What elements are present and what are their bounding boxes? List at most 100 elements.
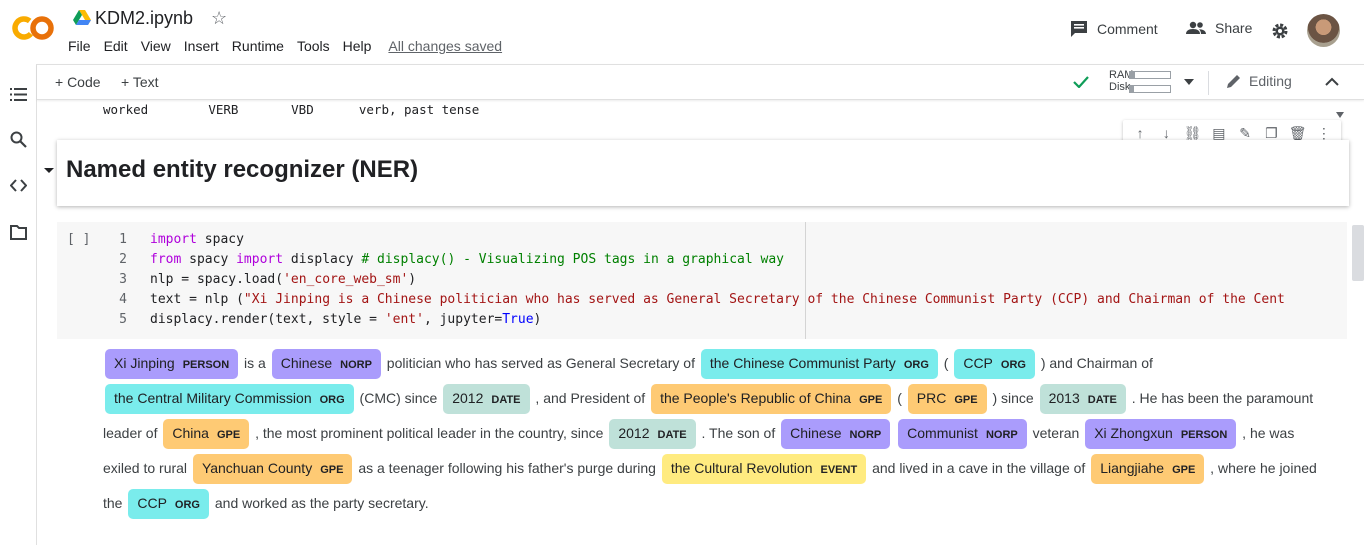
gear-icon[interactable]	[1271, 22, 1289, 40]
menu-runtime[interactable]: Runtime	[232, 38, 284, 54]
menu-file[interactable]: File	[68, 38, 91, 54]
entity-label: ORG	[903, 359, 929, 371]
editing-label: Editing	[1249, 73, 1292, 89]
entity-label: DATE	[657, 429, 687, 441]
folder-icon[interactable]	[10, 224, 27, 241]
scrollbar[interactable]	[1352, 225, 1364, 281]
comment-icon	[1071, 21, 1087, 37]
entity-text: Chinese	[790, 425, 842, 441]
section-heading: Named entity recognizer (NER)	[66, 156, 419, 183]
entity-text: the Central Military Commission	[114, 390, 312, 406]
entity-label: GPE	[859, 394, 883, 406]
entity-org: the Central Military Commission ORG	[105, 384, 354, 414]
code-snippets-icon[interactable]	[10, 177, 27, 194]
entity-text: CCP	[137, 495, 167, 511]
plain-text: , the most prominent political leader in…	[251, 425, 608, 441]
ner-visualization-output: Xi Jinping PERSON is a Chinese NORP politi…	[103, 346, 1323, 521]
entity-text: Xi Zhongxun	[1094, 425, 1173, 441]
search-icon[interactable]	[10, 131, 27, 148]
notebook-content: worked VERB VBD verb, past tense ↑ ↓ ⛓ ▤…	[37, 100, 1364, 545]
disk-meter	[1129, 85, 1171, 93]
table-of-contents-icon[interactable]	[10, 86, 27, 103]
menu-edit[interactable]: Edit	[104, 38, 128, 54]
text-cell[interactable]: Named entity recognizer (NER)	[44, 140, 1349, 206]
entity-org: the Chinese Communist Party ORG	[700, 349, 938, 379]
avatar[interactable]	[1307, 14, 1340, 47]
notebook-toolbar: + Code + Text RAM Disk Editing	[37, 64, 1364, 100]
entity-person: Xi Jinping PERSON	[105, 349, 239, 379]
plain-text: , and President of	[531, 390, 650, 406]
editing-mode-button[interactable]: Editing	[1226, 73, 1292, 89]
plain-text	[892, 425, 896, 441]
run-cell-button[interactable]: [ ]	[67, 232, 90, 247]
entity-norp: Chinese NORP	[781, 419, 891, 449]
entity-label: GPE	[320, 464, 344, 476]
toolbar-divider	[1208, 71, 1209, 95]
add-code-button[interactable]: + Code	[55, 74, 101, 90]
entity-norp: Communist NORP	[898, 419, 1027, 449]
plain-text: politician who has served as General Sec…	[382, 355, 699, 371]
entity-label: GPE	[954, 394, 978, 406]
entity-text: CCP	[963, 355, 993, 371]
entity-label: GPE	[216, 429, 241, 441]
line-number: 2	[119, 252, 127, 267]
chevron-down-icon[interactable]	[1184, 79, 1194, 85]
entity-text: the People's Republic of China	[660, 390, 852, 406]
plain-text: and lived in a cave in the village of	[868, 460, 1090, 476]
disk-meter-fill	[1130, 86, 1134, 92]
google-drive-icon[interactable]	[73, 10, 91, 26]
entity-org: CCP ORG	[954, 349, 1035, 379]
previous-cell-output: worked VERB VBD verb, past tense	[103, 102, 480, 117]
notebook-title[interactable]: KDM2.ipynb	[95, 8, 193, 29]
connected-check-icon[interactable]	[1073, 76, 1089, 88]
save-status[interactable]: All changes saved	[388, 38, 502, 54]
menu-insert[interactable]: Insert	[184, 38, 219, 54]
plain-text: veteran	[1028, 425, 1084, 441]
entity-gpe: China GPE	[163, 419, 250, 449]
entity-text: Liangjiahe	[1100, 460, 1165, 476]
entity-text: 2013	[1048, 390, 1080, 406]
code-cell[interactable]: [ ] 1 import spacy 2 from spacy import dis…	[57, 222, 1347, 339]
entity-label: PERSON	[1180, 429, 1228, 441]
code-editor[interactable]: 1 import spacy 2 from spacy import displac…	[107, 230, 1285, 330]
entity-text: PRC	[916, 390, 947, 406]
entity-label: NORP	[849, 429, 882, 441]
entity-text: Communist	[907, 425, 978, 441]
left-sidebar	[0, 64, 37, 545]
plain-text: (	[893, 390, 906, 406]
plain-text: (	[939, 355, 953, 371]
menu-view[interactable]: View	[141, 38, 171, 54]
entity-date: 2013 DATE	[1039, 384, 1126, 414]
ram-meter-fill	[1130, 72, 1135, 78]
people-icon	[1186, 21, 1206, 34]
plain-text: is a	[240, 355, 270, 371]
entity-person: Xi Zhongxun PERSON	[1085, 419, 1237, 449]
entity-text: Chinese	[280, 355, 333, 371]
entity-text: Yanchuan County	[201, 460, 313, 476]
share-button[interactable]: Share	[1186, 20, 1252, 36]
plain-text: as a teenager following his father's pur…	[354, 460, 660, 476]
scroll-down-arrow-icon[interactable]	[1336, 112, 1344, 118]
line-number: 4	[119, 292, 127, 307]
chevron-up-icon[interactable]	[1325, 77, 1339, 86]
comment-button[interactable]: Comment	[1070, 20, 1158, 38]
entity-label: ORG	[174, 499, 200, 511]
entity-date: 2012 DATE	[609, 419, 696, 449]
menu-help[interactable]: Help	[343, 38, 372, 54]
add-text-button[interactable]: + Text	[121, 74, 159, 90]
entity-label: NORP	[340, 359, 372, 371]
colab-logo[interactable]	[12, 14, 54, 42]
entity-label: ORG	[1000, 359, 1026, 371]
entity-text: 2012	[618, 425, 650, 441]
collapse-section-icon[interactable]	[44, 168, 54, 173]
plain-text: ) and Chairman of	[1036, 355, 1153, 371]
menu-bar: File Edit View Insert Runtime Tools Help…	[68, 38, 515, 54]
entity-label: DATE	[491, 394, 521, 406]
entity-gpe: Liangjiahe GPE	[1091, 454, 1205, 484]
entity-text: the Chinese Communist Party	[709, 355, 896, 371]
share-label: Share	[1215, 20, 1253, 36]
entity-text: 2012	[452, 390, 484, 406]
ram-meter	[1129, 71, 1171, 79]
menu-tools[interactable]: Tools	[297, 38, 330, 54]
star-icon[interactable]: ☆	[211, 8, 227, 29]
